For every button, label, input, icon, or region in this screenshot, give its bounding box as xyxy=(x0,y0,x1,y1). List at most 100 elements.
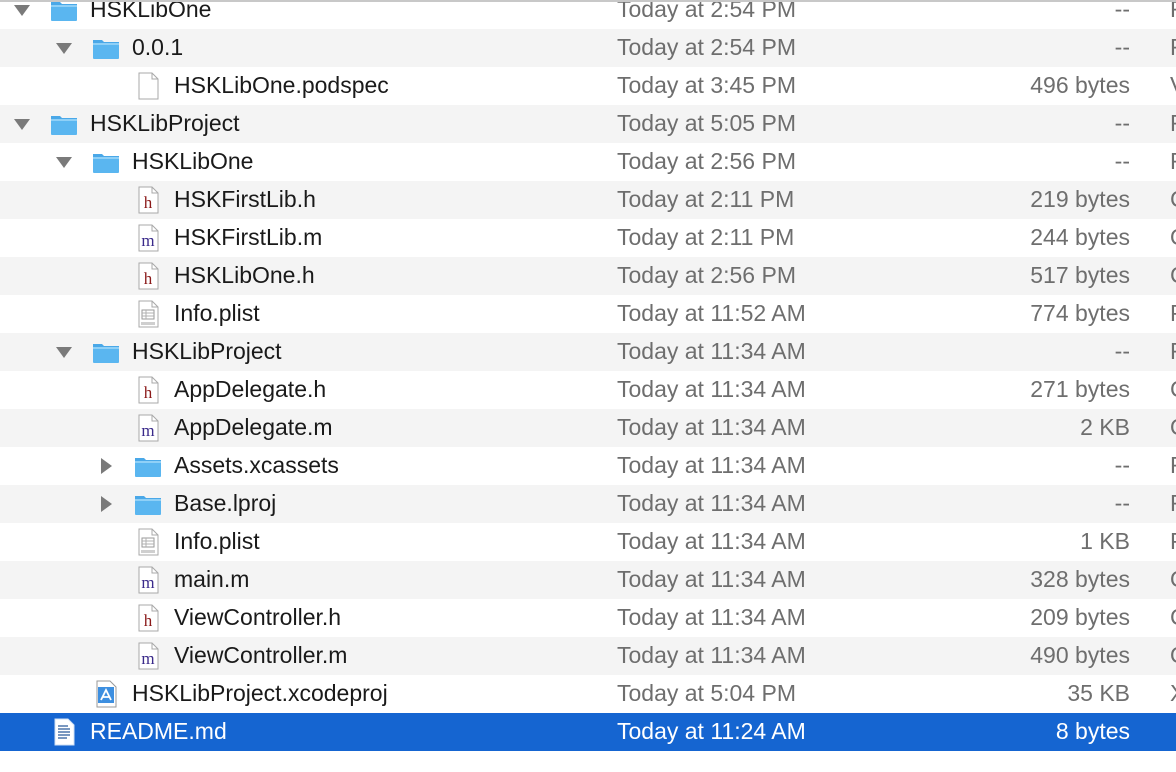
file-size: 244 bytes xyxy=(1030,224,1130,250)
file-row[interactable]: h AppDelegate.h Today at 11:34 AM 271 bytes… xyxy=(0,371,1176,409)
disclosure-triangle-down-icon[interactable] xyxy=(12,2,32,20)
date-modified: Today at 2:56 PM xyxy=(617,262,796,288)
disclosure-triangle-down-icon[interactable] xyxy=(12,114,32,134)
file-name: AppDelegate.m xyxy=(174,414,333,440)
file-size: 271 bytes xyxy=(1030,376,1130,402)
file-row[interactable]: m AppDelegate.m Today at 11:34 AM 2 KB O xyxy=(0,409,1176,447)
file-size: 219 bytes xyxy=(1030,186,1130,212)
date-modified: Today at 2:54 PM xyxy=(617,0,796,22)
document-icon xyxy=(133,71,163,101)
file-size: 1 KB xyxy=(1080,528,1130,554)
header-file-icon: h xyxy=(133,261,163,291)
file-name: HSKLibOne xyxy=(132,148,254,174)
file-kind: F xyxy=(1170,452,1176,479)
svg-text:m: m xyxy=(141,573,154,592)
file-size: -- xyxy=(1114,452,1130,478)
disclosure-triangle-right-icon[interactable] xyxy=(96,456,116,476)
file-row[interactable]: h ViewController.h Today at 11:34 AM 209 by… xyxy=(0,599,1176,637)
file-size: 209 bytes xyxy=(1030,604,1130,630)
file-size: -- xyxy=(1114,490,1130,516)
file-row[interactable]: HSKLibProject Today at 5:05 PM -- F xyxy=(0,105,1176,143)
file-kind: F xyxy=(1170,34,1176,61)
disclosure-triangle-down-icon[interactable] xyxy=(54,152,74,172)
disclosure-triangle-down-icon[interactable] xyxy=(54,38,74,58)
file-row[interactable]: HSKLibProject.xcodeproj Today at 5:04 PM 3… xyxy=(0,675,1176,713)
date-modified: Today at 11:34 AM xyxy=(617,338,806,364)
file-row[interactable]: m HSKFirstLib.m Today at 2:11 PM 244 bytes O xyxy=(0,219,1176,257)
file-name: README.md xyxy=(90,718,227,744)
file-name: HSKLibProject.xcodeproj xyxy=(132,680,388,706)
file-size: 490 bytes xyxy=(1030,642,1130,668)
file-kind: O xyxy=(1170,566,1176,593)
file-name: HSKFirstLib.m xyxy=(174,224,323,250)
date-modified: Today at 11:34 AM xyxy=(617,490,806,516)
file-row[interactable]: m ViewController.m Today at 11:34 AM 490 by… xyxy=(0,637,1176,675)
file-row[interactable]: HSKLibOne Today at 2:54 PM -- F xyxy=(0,0,1176,29)
file-row[interactable]: Info.plist Today at 11:34 AM 1 KB P xyxy=(0,523,1176,561)
file-name: Info.plist xyxy=(174,300,260,326)
file-row[interactable]: HSKLibOne Today at 2:56 PM -- F xyxy=(0,143,1176,181)
file-name: main.m xyxy=(174,566,250,592)
file-name: HSKLibOne xyxy=(90,0,212,22)
file-row[interactable]: h HSKFirstLib.h Today at 2:11 PM 219 bytes C xyxy=(0,181,1176,219)
file-size: 774 bytes xyxy=(1030,300,1130,326)
date-modified: Today at 5:04 PM xyxy=(617,680,796,706)
file-row[interactable]: README.md Today at 11:24 AM 8 bytes xyxy=(0,713,1176,751)
plist-file-icon xyxy=(133,527,163,557)
file-row[interactable]: Assets.xcassets Today at 11:34 AM -- F xyxy=(0,447,1176,485)
file-size: 496 bytes xyxy=(1030,72,1130,98)
folder-icon xyxy=(91,147,121,177)
file-kind: P xyxy=(1170,300,1176,327)
file-row[interactable]: m main.m Today at 11:34 AM 328 bytes O xyxy=(0,561,1176,599)
svg-text:m: m xyxy=(141,231,154,250)
file-row[interactable]: h HSKLibOne.h Today at 2:56 PM 517 bytes C xyxy=(0,257,1176,295)
file-size: 328 bytes xyxy=(1030,566,1130,592)
folder-icon xyxy=(133,489,163,519)
file-row[interactable]: HSKLibOne.podspec Today at 3:45 PM 496 byt… xyxy=(0,67,1176,105)
file-name: Info.plist xyxy=(174,528,260,554)
svg-text:h: h xyxy=(144,269,153,288)
file-row[interactable]: 0.0.1 Today at 2:54 PM -- F xyxy=(0,29,1176,67)
file-kind: F xyxy=(1170,338,1176,365)
file-row[interactable]: Info.plist Today at 11:52 AM 774 bytes P xyxy=(0,295,1176,333)
date-modified: Today at 11:52 AM xyxy=(617,300,806,326)
file-name: HSKLibOne.podspec xyxy=(174,72,389,98)
file-row[interactable]: HSKLibProject Today at 11:34 AM -- F xyxy=(0,333,1176,371)
date-modified: Today at 11:34 AM xyxy=(617,452,806,478)
file-kind: C xyxy=(1170,262,1176,289)
svg-text:h: h xyxy=(144,383,153,402)
svg-text:h: h xyxy=(144,611,153,630)
file-kind: C xyxy=(1170,376,1176,403)
folder-icon xyxy=(133,451,163,481)
file-kind: V xyxy=(1170,72,1176,99)
file-kind: X xyxy=(1170,680,1176,707)
file-name: HSKLibProject xyxy=(90,110,240,136)
objc-file-icon: m xyxy=(133,641,163,671)
file-name: ViewController.h xyxy=(174,604,342,630)
header-file-icon: h xyxy=(133,375,163,405)
date-modified: Today at 11:34 AM xyxy=(617,414,806,440)
date-modified: Today at 11:34 AM xyxy=(617,642,806,668)
xcodeproj-icon xyxy=(91,679,121,709)
date-modified: Today at 5:05 PM xyxy=(617,110,796,136)
file-size: 2 KB xyxy=(1080,414,1130,440)
disclosure-triangle-right-icon[interactable] xyxy=(96,494,116,514)
date-modified: Today at 11:24 AM xyxy=(617,718,806,744)
svg-text:m: m xyxy=(141,649,154,668)
file-size: 8 bytes xyxy=(1055,718,1130,744)
objc-file-icon: m xyxy=(133,565,163,595)
date-modified: Today at 11:34 AM xyxy=(617,528,806,554)
date-modified: Today at 2:54 PM xyxy=(617,34,796,60)
file-name: 0.0.1 xyxy=(132,34,184,60)
disclosure-triangle-down-icon[interactable] xyxy=(54,342,74,362)
file-kind: C xyxy=(1170,604,1176,631)
svg-text:m: m xyxy=(141,421,154,440)
file-kind: P xyxy=(1170,528,1176,555)
date-modified: Today at 3:45 PM xyxy=(617,72,796,98)
file-name: Assets.xcassets xyxy=(174,452,339,478)
file-row[interactable]: Base.lproj Today at 11:34 AM -- F xyxy=(0,485,1176,523)
objc-file-icon: m xyxy=(133,413,163,443)
folder-icon xyxy=(91,337,121,367)
file-kind: O xyxy=(1170,642,1176,669)
file-list: HSKLibOne Today at 2:54 PM -- F 0.0.1 Today a… xyxy=(0,0,1176,772)
